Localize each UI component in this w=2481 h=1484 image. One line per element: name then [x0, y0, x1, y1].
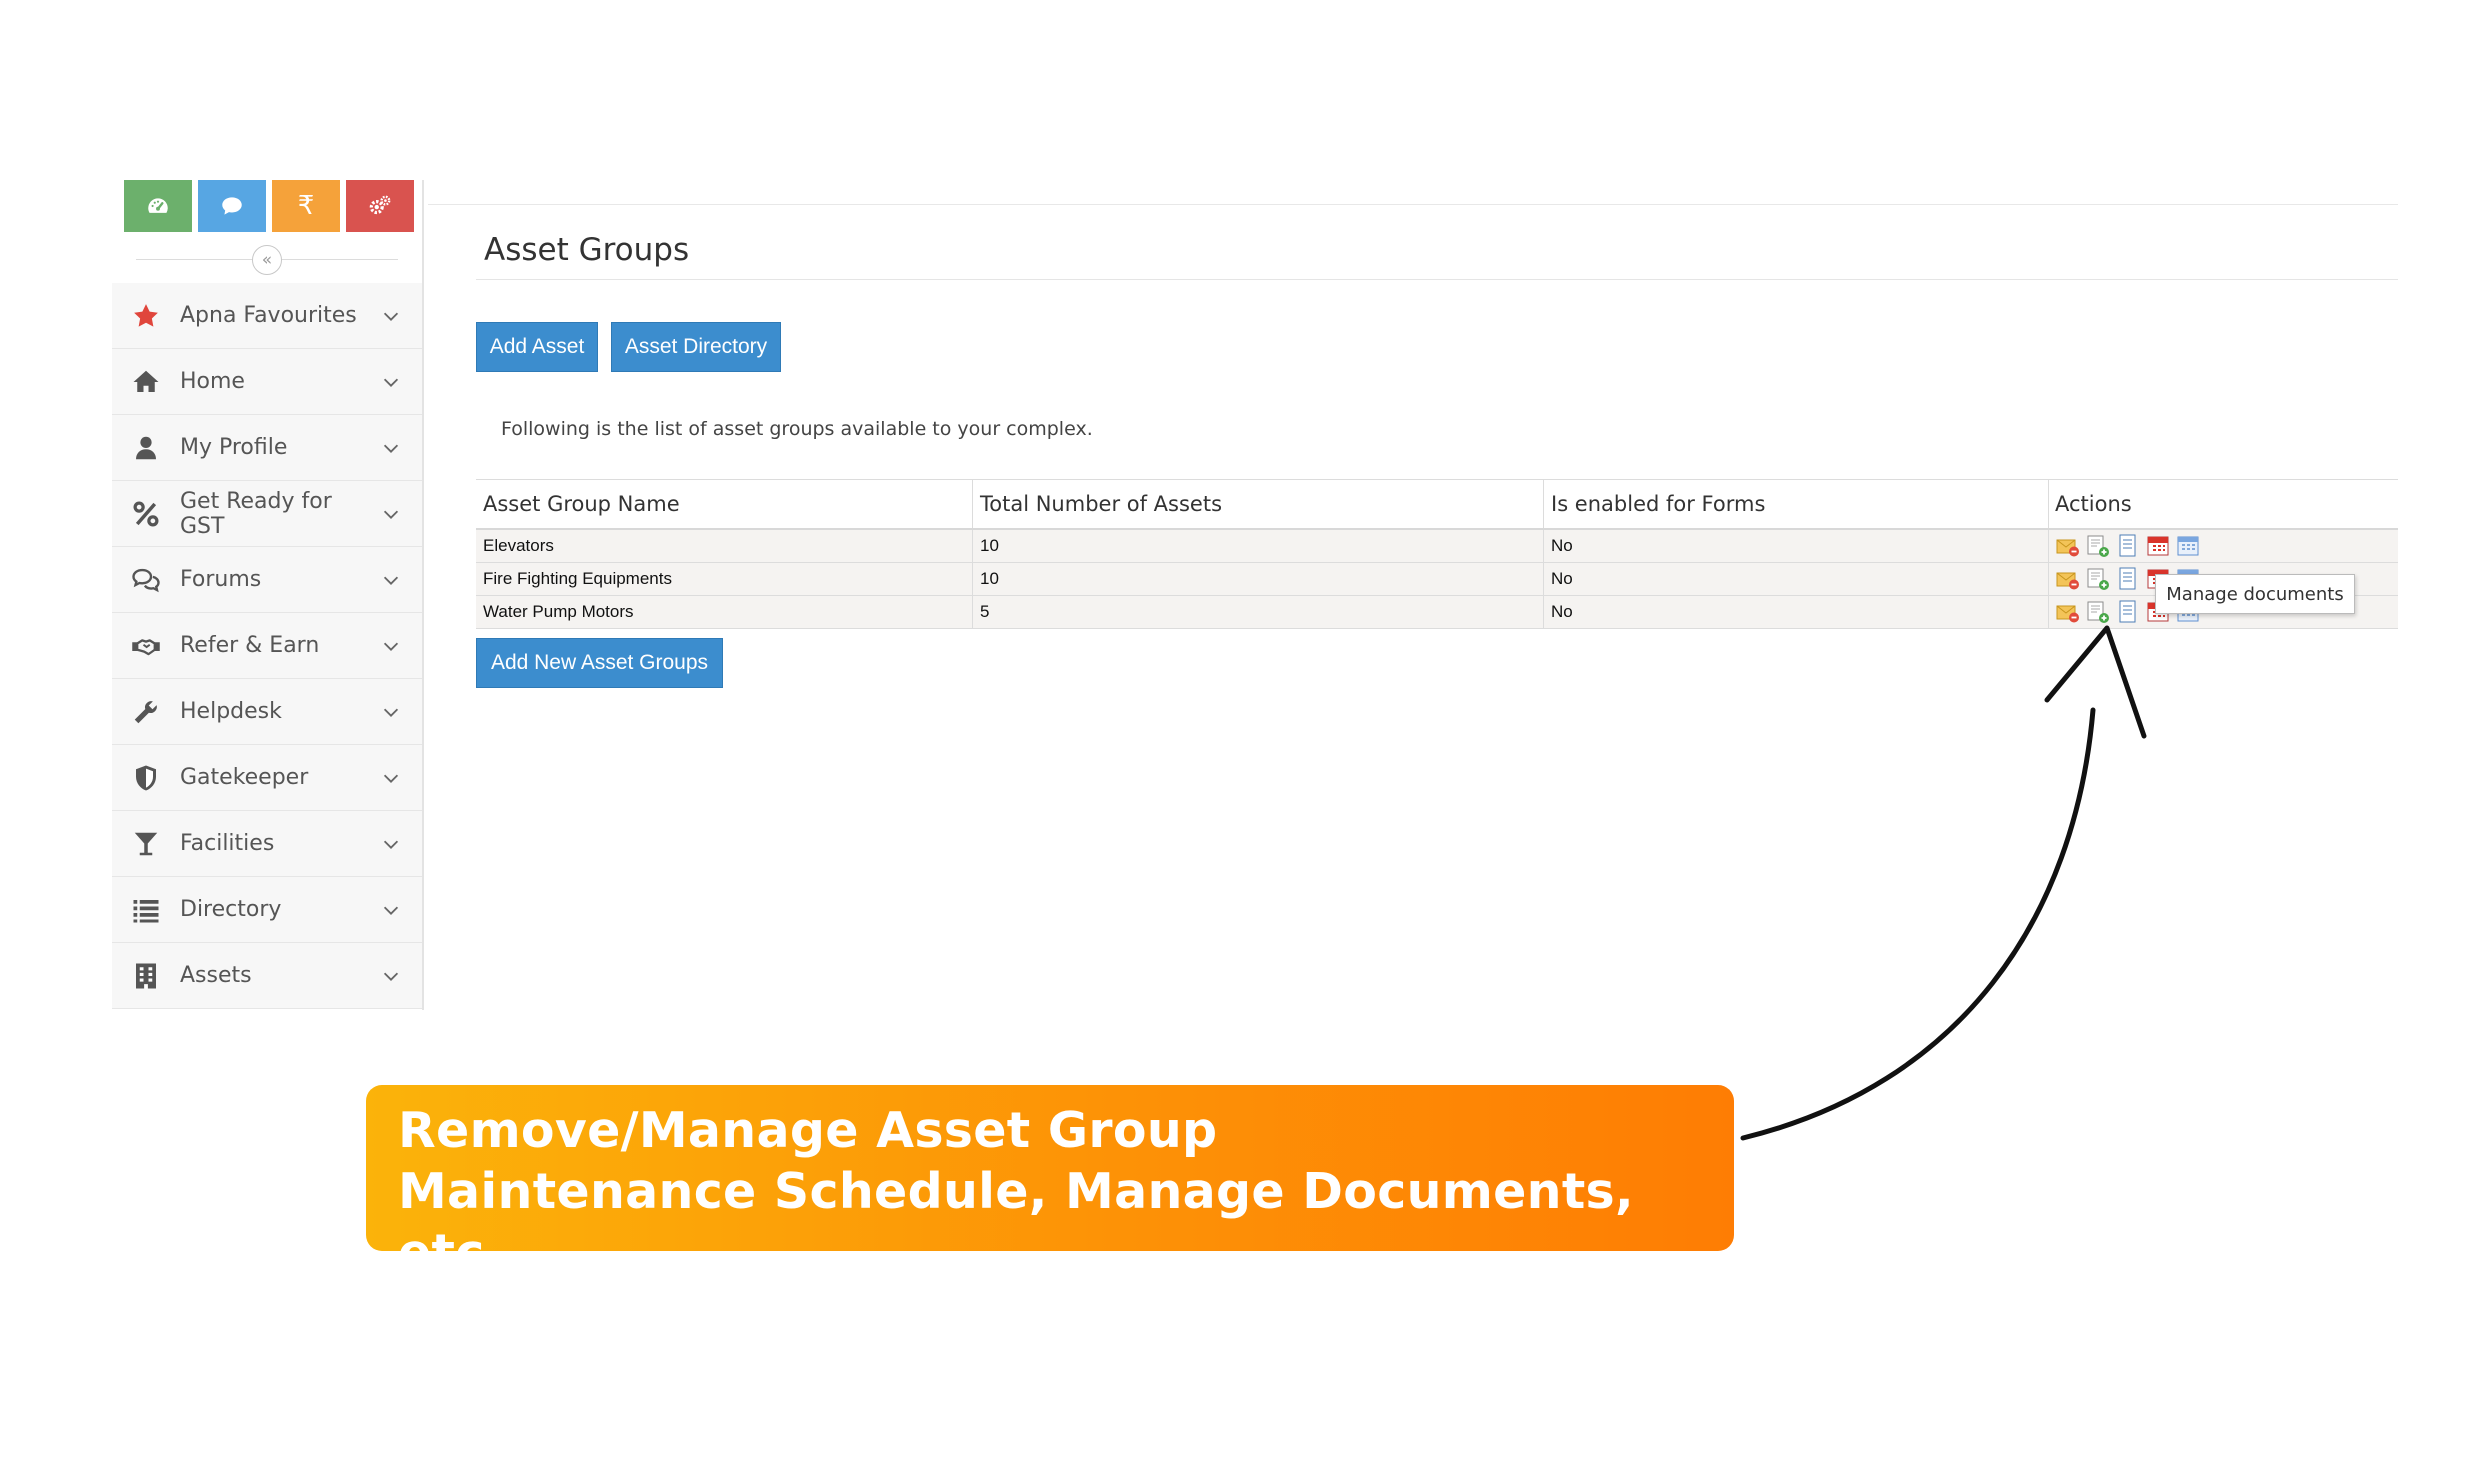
double-chevron-left-icon: «	[261, 249, 273, 270]
sidebar-item-directory[interactable]: Directory	[112, 877, 422, 943]
asset-directory-button[interactable]: Asset Directory	[611, 322, 781, 372]
chat-icon	[222, 197, 242, 215]
manage-documents-icon[interactable]	[2115, 600, 2141, 624]
sidebar-item-label: Helpdesk	[180, 699, 282, 724]
sidebar-item-label: Apna Favourites	[180, 303, 357, 328]
manage-documents-icon[interactable]	[2115, 567, 2141, 591]
sidebar-item-label: Refer & Earn	[180, 633, 320, 658]
wrench-icon	[129, 695, 163, 729]
column-header: Asset Group Name	[483, 492, 680, 516]
sidebar: ₹ « Apna Favourites Home My Profile Get …	[112, 180, 424, 1010]
remove-group-icon[interactable]	[2055, 600, 2081, 624]
building-icon	[129, 959, 163, 993]
table-row: Elevators 10 No	[476, 530, 2398, 563]
asset-group-name: Fire Fighting Equipments	[483, 569, 672, 588]
sidebar-item-facilities[interactable]: Facilities	[112, 811, 422, 877]
enabled-for-forms: No	[1543, 530, 2048, 562]
home-icon	[129, 365, 163, 399]
content-top-divider	[428, 204, 2398, 205]
chevron-down-icon	[383, 906, 399, 915]
chevron-down-icon	[383, 642, 399, 651]
sidebar-item-label: Facilities	[180, 831, 275, 856]
chevron-down-icon	[383, 312, 399, 321]
dashboard-icon	[148, 198, 168, 213]
sidebar-item-apna-favourites[interactable]: Apna Favourites	[112, 283, 422, 349]
table-row: Water Pump Motors 5 No	[476, 596, 2398, 629]
column-header: Is enabled for Forms	[1543, 480, 2048, 528]
sidebar-nav: Apna Favourites Home My Profile Get Read…	[112, 283, 422, 1009]
handshake-icon	[129, 629, 163, 663]
title-divider	[476, 279, 2398, 280]
sidebar-item-forums[interactable]: Forums	[112, 547, 422, 613]
quick-dashboard-button[interactable]	[124, 180, 192, 232]
remove-group-icon[interactable]	[2055, 534, 2081, 558]
sidebar-item-helpdesk[interactable]: Helpdesk	[112, 679, 422, 745]
manage-documents-tooltip: Manage documents	[2155, 574, 2355, 614]
column-header: Actions	[2048, 480, 2398, 528]
chevron-down-icon	[383, 444, 399, 453]
chevron-down-icon	[383, 840, 399, 849]
sidebar-item-label: Directory	[180, 897, 282, 922]
chevron-down-icon	[383, 510, 399, 519]
remove-group-icon[interactable]	[2055, 567, 2081, 591]
sidebar-item-my-profile[interactable]: My Profile	[112, 415, 422, 481]
total-assets: 5	[972, 596, 1543, 628]
quick-settings-button[interactable]	[346, 180, 414, 232]
sidebar-item-home[interactable]: Home	[112, 349, 422, 415]
callout-box: Remove/Manage Asset Group Maintenance Sc…	[366, 1085, 1734, 1281]
settings-icon	[369, 195, 391, 215]
sidebar-item-label: Home	[180, 369, 245, 394]
callout-line-2: Maintenance Schedule, Manage Documents, …	[398, 1163, 1634, 1281]
page-title: Asset Groups	[484, 232, 690, 268]
add-asset-icon[interactable]	[2085, 567, 2111, 591]
manage-documents-icon[interactable]	[2115, 534, 2141, 558]
forum-icon	[129, 563, 163, 597]
glass-icon	[129, 827, 163, 861]
percent-icon	[129, 497, 163, 531]
add-asset-icon[interactable]	[2085, 600, 2111, 624]
total-assets: 10	[972, 563, 1543, 595]
asset-group-name: Elevators	[483, 536, 554, 555]
shield-icon	[129, 761, 163, 795]
enabled-for-forms: No	[1543, 563, 2048, 595]
column-header: Total Number of Assets	[972, 480, 1543, 528]
sidebar-item-refer-earn[interactable]: Refer & Earn	[112, 613, 422, 679]
callout-line-1: Remove/Manage Asset Group	[398, 1102, 1218, 1159]
total-assets: 10	[972, 530, 1543, 562]
chevron-down-icon	[383, 378, 399, 387]
list-icon	[129, 893, 163, 927]
chevron-down-icon	[383, 708, 399, 717]
sidebar-item-gatekeeper[interactable]: Gatekeeper	[112, 745, 422, 811]
chevron-down-icon	[383, 576, 399, 585]
row-actions	[2048, 530, 2398, 562]
table-row: Fire Fighting Equipments 10 No	[476, 563, 2398, 596]
add-new-asset-groups-button[interactable]: Add New Asset Groups	[476, 638, 723, 688]
chevron-down-icon	[383, 774, 399, 783]
sidebar-item-label: Forums	[180, 567, 262, 592]
rupee-icon: ₹	[297, 191, 315, 221]
add-asset-button[interactable]: Add Asset	[476, 322, 598, 372]
quick-chat-button[interactable]	[198, 180, 266, 232]
maintenance-schedule-icon[interactable]	[2145, 534, 2171, 558]
sidebar-item-label: Get Ready for GST	[180, 488, 332, 539]
sidebar-item-assets[interactable]: Assets	[112, 943, 422, 1009]
collapse-sidebar-button[interactable]: «	[252, 245, 282, 275]
sidebar-item-label: Gatekeeper	[180, 765, 309, 790]
asset-groups-table: Asset Group Name Total Number of Assets …	[476, 479, 2398, 629]
calendar-icon[interactable]	[2175, 534, 2201, 558]
chevron-down-icon	[383, 972, 399, 981]
sidebar-item-label: Assets	[180, 963, 252, 988]
quick-payments-button[interactable]: ₹	[272, 180, 340, 232]
table-header-row: Asset Group Name Total Number of Assets …	[476, 479, 2398, 530]
star-icon	[129, 299, 163, 333]
intro-text: Following is the list of asset groups av…	[501, 418, 1093, 440]
asset-group-name: Water Pump Motors	[483, 602, 634, 621]
sidebar-item-label: My Profile	[180, 435, 288, 460]
enabled-for-forms: No	[1543, 596, 2048, 628]
sidebar-item-gst[interactable]: Get Ready for GST	[112, 481, 422, 547]
user-icon	[129, 431, 163, 465]
add-asset-icon[interactable]	[2085, 534, 2111, 558]
